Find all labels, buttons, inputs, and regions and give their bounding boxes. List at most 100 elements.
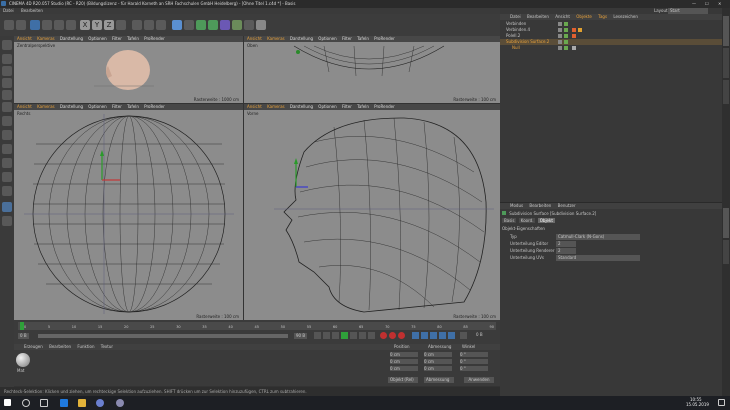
viewport-menu-filter[interactable]: Filter [112, 104, 122, 109]
next-key-icon[interactable] [359, 332, 366, 339]
viewport-menu-tafeln[interactable]: Tafeln [357, 36, 369, 41]
objects-menu-datei[interactable]: Datei [510, 14, 521, 19]
tweak-mode-icon[interactable] [2, 130, 12, 140]
rotate-icon[interactable] [66, 20, 76, 30]
coord-field[interactable]: 0 cm [424, 366, 452, 371]
objects-menu-bearbeiten[interactable]: Bearbeiten [527, 14, 549, 19]
coord-field[interactable]: 0 cm [424, 359, 452, 364]
maximize-button[interactable]: ☐ [705, 1, 709, 7]
move-tool-icon[interactable] [30, 20, 40, 30]
viewport-menu-optionen[interactable]: Optionen [318, 104, 336, 109]
visibility-dots-icon[interactable] [558, 34, 562, 38]
timeline-menu-icon[interactable] [460, 332, 467, 339]
coord-system-icon[interactable] [116, 20, 126, 30]
edges-mode-icon[interactable] [2, 90, 12, 100]
subtab-koord[interactable]: Koord. [518, 218, 536, 223]
viewport-menu-kameras[interactable]: Kameras [267, 104, 285, 109]
play-icon[interactable] [341, 332, 348, 339]
key-rotation-icon[interactable] [430, 332, 437, 339]
visibility-dots-icon[interactable] [558, 28, 562, 32]
viewport-top[interactable]: Ansicht Kameras Darstellung Optionen Fil… [244, 36, 500, 103]
enabled-check-icon[interactable] [564, 46, 568, 50]
viewport-menu-filter[interactable]: Filter [342, 104, 352, 109]
key-param-icon[interactable] [439, 332, 446, 339]
timeline-start-field[interactable]: 0 B [18, 333, 29, 339]
material-menu-erzeugen[interactable]: Erzeugen [24, 344, 43, 349]
light-icon[interactable] [256, 20, 266, 30]
enabled-check-icon[interactable] [564, 40, 568, 44]
warning-tag-icon[interactable] [578, 28, 582, 32]
viewport-menu-tafeln[interactable]: Tafeln [127, 36, 139, 41]
subtab-objekt[interactable]: Objekt [537, 218, 555, 223]
material-menu-textur[interactable]: Textur [101, 344, 113, 349]
material-tag-icon[interactable] [572, 28, 576, 32]
texture-mode-icon[interactable] [2, 66, 12, 76]
points-mode-icon[interactable] [2, 78, 12, 88]
subtab-basis[interactable]: Basis [502, 218, 517, 223]
viewport-menu-darstellung[interactable]: Darstellung [60, 36, 83, 41]
menu-bearbeiten[interactable]: Bearbeiten [21, 8, 43, 13]
timeline-ruler[interactable]: 0 5 10 15 20 25 30 35 40 45 50 55 60 65 … [18, 322, 496, 330]
material-swatch[interactable] [16, 353, 30, 367]
scale-icon[interactable] [54, 20, 64, 30]
app-taskbar-icon[interactable] [116, 399, 124, 407]
tab-attribute[interactable] [723, 208, 729, 238]
objects-menu-objekte[interactable]: Objekte [576, 14, 592, 19]
viewport-perspective[interactable]: Ansicht Kameras Darstellung Optionen Fil… [14, 36, 243, 103]
coord-field[interactable]: 0 ° [460, 359, 488, 364]
notifications-icon[interactable] [718, 399, 725, 406]
edge-browser-icon[interactable] [60, 399, 68, 407]
cube-icon[interactable] [172, 20, 182, 30]
viewport-right[interactable]: Ansicht Kameras Darstellung Optionen Fil… [14, 104, 243, 320]
search-icon[interactable] [22, 399, 30, 407]
object-row[interactable]: Null [500, 45, 722, 51]
minimize-button[interactable]: — [692, 1, 696, 7]
viewport-menu-prorender[interactable]: ProRender [374, 104, 395, 109]
prev-frame-icon[interactable] [332, 332, 339, 339]
visibility-dots-icon[interactable] [558, 46, 562, 50]
coord-field[interactable]: 0 cm [390, 366, 418, 371]
polygons-mode-icon[interactable] [2, 102, 12, 112]
viewport-menu-darstellung[interactable]: Darstellung [60, 104, 83, 109]
render-settings-icon[interactable] [156, 20, 166, 30]
goto-end-icon[interactable] [368, 332, 375, 339]
move-icon[interactable] [42, 20, 52, 30]
camera-icon[interactable] [244, 20, 254, 30]
autokey-icon[interactable] [389, 332, 396, 339]
coord-field[interactable]: 0 cm [390, 352, 418, 357]
viewport-menu-darstellung[interactable]: Darstellung [290, 36, 313, 41]
layout-dropdown[interactable]: Start [668, 8, 708, 14]
coord-field[interactable]: 0 cm [424, 352, 452, 357]
viewport-menu-ansicht[interactable]: Ansicht [247, 36, 262, 41]
goto-start-icon[interactable] [314, 332, 321, 339]
bodypaint-icon[interactable] [2, 216, 12, 226]
attributes-menu-benutzer[interactable]: Benutzer [558, 203, 576, 208]
apply-button[interactable]: Anwenden [464, 377, 494, 383]
solo-icon[interactable] [2, 186, 12, 196]
coord-field[interactable]: 0 ° [460, 352, 488, 357]
make-editable-icon[interactable] [2, 40, 12, 50]
menu-datei[interactable]: Datei [3, 8, 14, 13]
key-position-icon[interactable] [412, 332, 419, 339]
material-menu-funktion[interactable]: Funktion [77, 344, 94, 349]
viewport-menu-darstellung[interactable]: Darstellung [290, 104, 313, 109]
close-button[interactable]: ✕ [718, 1, 721, 7]
material-menu-bearbeiten[interactable]: Bearbeiten [49, 344, 71, 349]
prev-key-icon[interactable] [323, 332, 330, 339]
timeline-end-field[interactable]: 90 B [294, 333, 308, 339]
viewport-menu-kameras[interactable]: Kameras [267, 36, 285, 41]
enabled-check-icon[interactable] [564, 34, 568, 38]
objects-menu-lesezeichen[interactable]: Lesezeichen [613, 14, 638, 19]
viewport-menu-ansicht[interactable]: Ansicht [17, 104, 32, 109]
model-mode-icon[interactable] [2, 54, 12, 64]
viewport-menu-ansicht[interactable]: Ansicht [247, 104, 262, 109]
floor-icon[interactable] [232, 20, 242, 30]
array-icon[interactable] [208, 20, 218, 30]
objects-menu-ansicht[interactable]: Ansicht [555, 14, 570, 19]
tab-layers[interactable] [723, 240, 729, 264]
key-pla-icon[interactable] [448, 332, 455, 339]
deformer-icon[interactable] [220, 20, 230, 30]
render-picture-icon[interactable] [144, 20, 154, 30]
tab-structure[interactable] [723, 80, 729, 104]
attributes-menu-modus[interactable]: Modus [510, 203, 523, 208]
